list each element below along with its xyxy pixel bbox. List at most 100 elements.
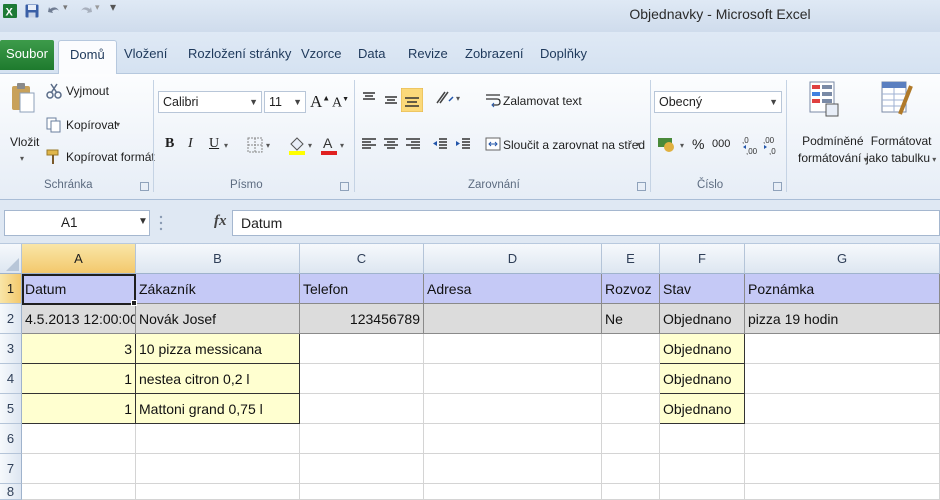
shrink-font-icon[interactable]: A▼ [332, 95, 349, 112]
tab-data[interactable]: Data [358, 44, 385, 66]
orientation-dropdown-icon[interactable]: ▾ [456, 94, 460, 103]
thousands-separator-button[interactable]: 000 [712, 138, 730, 150]
cell-f2[interactable]: Objednano [660, 304, 745, 334]
cell-d6[interactable] [424, 424, 602, 454]
tab-review[interactable]: Revize [408, 44, 448, 66]
increase-decimal-icon[interactable]: ,0,00 [742, 134, 760, 156]
number-launcher-icon[interactable] [773, 182, 782, 191]
fill-handle[interactable] [131, 300, 137, 306]
cell-e4[interactable] [602, 364, 660, 394]
underline-button[interactable]: U [209, 136, 219, 152]
align-right-icon[interactable] [405, 136, 421, 152]
accounting-format-icon[interactable] [657, 135, 677, 153]
cell-d4[interactable] [424, 364, 602, 394]
decrease-indent-icon[interactable] [432, 136, 448, 152]
cell-a6[interactable] [22, 424, 136, 454]
cell-c1[interactable]: Telefon [300, 274, 424, 304]
chevron-down-icon[interactable]: ▼ [138, 216, 148, 227]
number-format-select[interactable]: Obecný ▼ [654, 91, 782, 113]
grow-font-icon[interactable]: A▲ [310, 92, 330, 112]
cell-f7[interactable] [660, 454, 745, 484]
cell-g8[interactable] [745, 484, 940, 500]
cell-e5[interactable] [602, 394, 660, 424]
cell-a5[interactable]: 1 [22, 394, 136, 424]
cell-g4[interactable] [745, 364, 940, 394]
cell-c4[interactable] [300, 364, 424, 394]
cell-a8[interactable] [22, 484, 136, 500]
cell-b6[interactable] [136, 424, 300, 454]
cell-c3[interactable] [300, 334, 424, 364]
cell-f5[interactable]: Objednano [660, 394, 745, 424]
cell-g1[interactable]: Poznámka [745, 274, 940, 304]
cell-g2[interactable]: pizza 19 hodin [745, 304, 940, 334]
font-name-select[interactable]: Calibri ▼ [158, 91, 262, 113]
accounting-dropdown-icon[interactable]: ▾ [680, 141, 684, 150]
percent-button[interactable]: % [692, 136, 704, 152]
row-header-1[interactable]: 1 [0, 274, 22, 304]
resize-handle-icon[interactable] [157, 211, 165, 235]
cell-a3[interactable]: 3 [22, 334, 136, 364]
font-color-icon[interactable]: A [320, 135, 338, 155]
cell-d2[interactable] [424, 304, 602, 334]
cut-button[interactable]: Vyjmout [66, 84, 109, 98]
cell-b1[interactable]: Zákazník [136, 274, 300, 304]
format-painter-button[interactable]: Kopírovat formát [66, 150, 155, 164]
tab-addins[interactable]: Doplňky [540, 44, 587, 66]
name-box[interactable]: A1 [4, 210, 150, 236]
align-bottom-icon[interactable] [401, 88, 423, 112]
align-left-icon[interactable] [361, 136, 377, 152]
cell-a7[interactable] [22, 454, 136, 484]
increase-indent-icon[interactable] [455, 136, 471, 152]
cell-f1[interactable]: Stav [660, 274, 745, 304]
cell-f3[interactable]: Objednano [660, 334, 745, 364]
format-as-table-button[interactable]: Formátovat jako tabulku ▾ [866, 134, 936, 165]
column-header-g[interactable]: G [745, 244, 940, 274]
row-header-4[interactable]: 4 [0, 364, 22, 394]
cell-a1[interactable]: Datum [22, 274, 136, 304]
font-launcher-icon[interactable] [340, 182, 349, 191]
cell-c2[interactable]: 123456789 [300, 304, 424, 334]
cell-e1[interactable]: Rozvoz [602, 274, 660, 304]
font-color-dropdown-icon[interactable]: ▾ [340, 141, 344, 150]
cell-c6[interactable] [300, 424, 424, 454]
borders-icon[interactable] [247, 137, 263, 153]
cell-e8[interactable] [602, 484, 660, 500]
cell-b7[interactable] [136, 454, 300, 484]
copy-button[interactable]: Kopírovat [66, 118, 117, 132]
formula-input[interactable]: Datum [232, 210, 940, 236]
paste-button[interactable]: Vložit [10, 135, 39, 149]
wrap-text-button[interactable]: Zalamovat text [503, 94, 582, 108]
cell-e3[interactable] [602, 334, 660, 364]
cell-c8[interactable] [300, 484, 424, 500]
fill-color-dropdown-icon[interactable]: ▾ [308, 141, 312, 150]
paste-icon[interactable] [10, 82, 36, 114]
cell-b8[interactable] [136, 484, 300, 500]
column-header-c[interactable]: C [300, 244, 424, 274]
cell-d1[interactable]: Adresa [424, 274, 602, 304]
cell-g5[interactable] [745, 394, 940, 424]
align-top-icon[interactable] [361, 90, 377, 106]
bold-button[interactable]: B [165, 136, 174, 152]
italic-button[interactable]: I [188, 136, 193, 152]
orientation-icon[interactable] [435, 89, 455, 107]
row-header-8[interactable]: 8 [0, 484, 22, 500]
alignment-launcher-icon[interactable] [637, 182, 646, 191]
insert-function-icon[interactable]: fx [214, 213, 227, 230]
clipboard-launcher-icon[interactable] [140, 182, 149, 191]
merge-center-button[interactable]: Sloučit a zarovnat na střed [503, 138, 645, 152]
row-header-3[interactable]: 3 [0, 334, 22, 364]
cell-b2[interactable]: Novák Josef [136, 304, 300, 334]
cell-d8[interactable] [424, 484, 602, 500]
column-header-d[interactable]: D [424, 244, 602, 274]
borders-dropdown-icon[interactable]: ▾ [266, 141, 270, 150]
copy-dropdown-icon[interactable]: ▾ [116, 120, 120, 129]
column-header-e[interactable]: E [602, 244, 660, 274]
select-all-corner[interactable] [0, 244, 22, 274]
cell-f6[interactable] [660, 424, 745, 454]
tab-file[interactable]: Soubor [0, 40, 54, 70]
align-middle-icon[interactable] [383, 92, 399, 108]
row-header-7[interactable]: 7 [0, 454, 22, 484]
row-header-5[interactable]: 5 [0, 394, 22, 424]
cell-b5[interactable]: Mattoni grand 0,75 l [136, 394, 300, 424]
cell-b3[interactable]: 10 pizza messicana [136, 334, 300, 364]
